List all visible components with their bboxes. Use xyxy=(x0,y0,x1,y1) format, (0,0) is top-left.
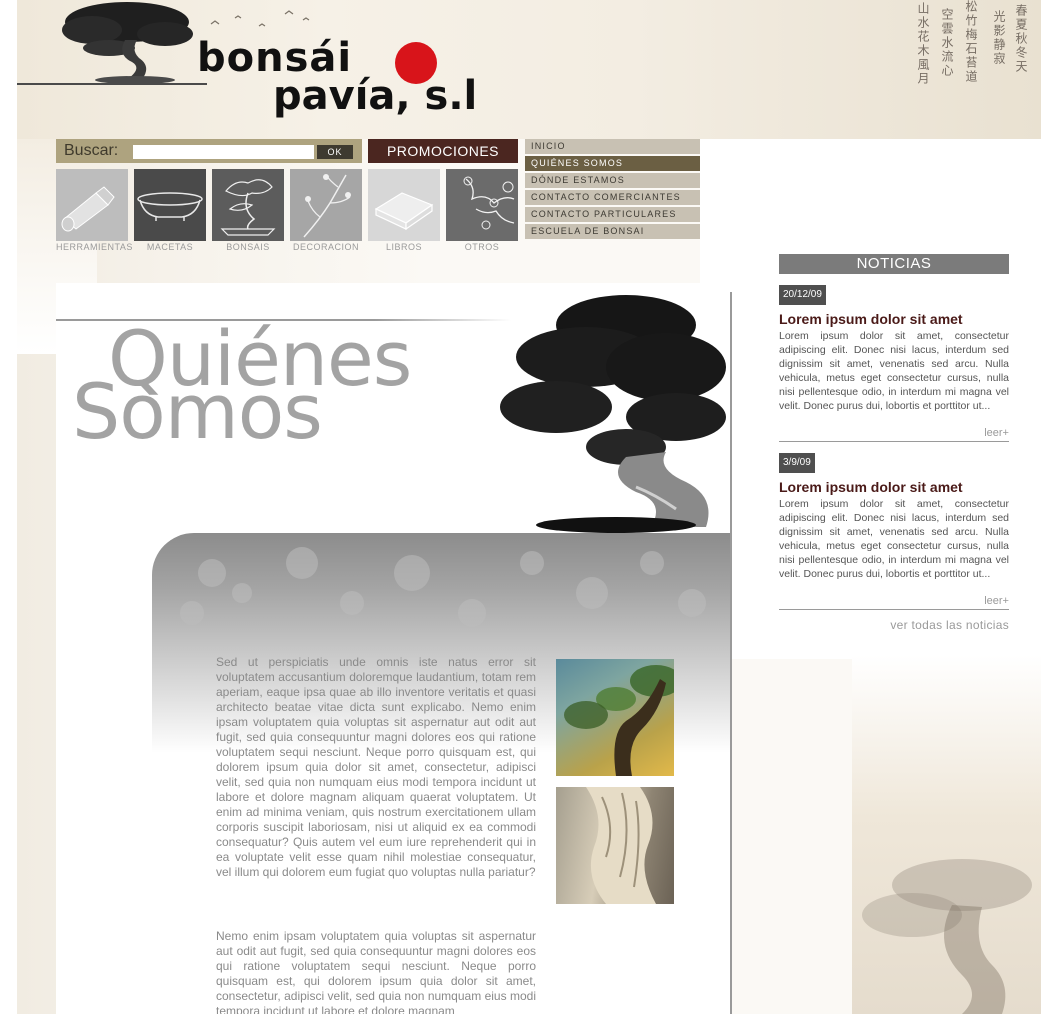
branch-icon xyxy=(290,169,362,241)
news-date: 3/9/09 xyxy=(779,453,815,473)
category-label: DECORACION xyxy=(292,242,359,252)
news-date: 20/12/09 xyxy=(779,285,826,305)
news-title[interactable]: Lorem ipsum dolor sit amet xyxy=(779,479,1009,495)
read-more-link[interactable]: leer+ xyxy=(779,427,1009,442)
category-herramientas[interactable]: HERRAMIENTAS xyxy=(56,169,133,257)
category-bonsais[interactable]: BONSAIS xyxy=(212,169,284,257)
page-background: bonsái pavía, s.l 山水花木風月 空雲水流心 松竹梅石苔道 光影… xyxy=(17,0,1041,1014)
bonsai-photo-1 xyxy=(556,659,674,776)
bonsai-icon xyxy=(212,169,284,241)
menu-item-contacto-particulares[interactable]: CONTACTO PARTICULARES xyxy=(525,207,700,222)
menu-item-inicio[interactable]: INICIO xyxy=(525,139,700,154)
birds-icon xyxy=(210,10,310,27)
search-label: Buscar: xyxy=(64,142,119,159)
category-label: OTROS xyxy=(464,242,500,252)
read-more-link[interactable]: leer+ xyxy=(779,595,1009,610)
search-ok-button[interactable]: OK xyxy=(317,145,353,159)
menu-item-donde-estamos[interactable]: DÓNDE ESTAMOS xyxy=(525,173,700,188)
main-content: Quiénes Somos Sed ut perspiciatis unde o… xyxy=(56,283,732,1014)
news-excerpt: Lorem ipsum dolor sit amet, consectetur … xyxy=(779,330,1009,412)
faded-tree-icon xyxy=(862,859,1032,1014)
main-menu: INICIO QUIÉNES SOMOS DÓNDE ESTAMOS CONTA… xyxy=(525,139,700,241)
bonsai-tree-icon xyxy=(500,295,726,533)
category-label: HERRAMIENTAS xyxy=(56,242,133,252)
pot-icon xyxy=(134,169,206,241)
menu-item-escuela-bonsai[interactable]: ESCUELA DE BONSAI xyxy=(525,224,700,239)
category-decoracion[interactable]: DECORACION xyxy=(290,169,362,257)
book-icon xyxy=(368,169,440,241)
bonsai-trunk-photo xyxy=(556,787,674,904)
category-label: BONSAIS xyxy=(226,242,270,252)
category-otros[interactable]: OTROS xyxy=(446,169,518,257)
tube-icon xyxy=(56,169,128,241)
category-macetas[interactable]: MACETAS xyxy=(134,169,206,257)
news-excerpt: Lorem ipsum dolor sit amet, consectetur … xyxy=(779,498,1009,580)
news-title[interactable]: Lorem ipsum dolor sit amet xyxy=(779,311,1009,327)
category-label: MACETAS xyxy=(146,242,194,252)
body-paragraph-1: Sed ut perspiciatis unde omnis iste natu… xyxy=(216,655,536,879)
calligraphy-decoration: 山水花木風月 空雲水流心 松竹梅石苔道 光影静寂 春夏秋冬天 xyxy=(916,0,1028,86)
category-label: LIBROS xyxy=(385,242,422,252)
news-item: 3/9/09 Lorem ipsum dolor sit amet Lorem … xyxy=(779,452,1009,610)
search-input[interactable] xyxy=(133,145,314,159)
page-title-line2: Somos xyxy=(72,367,323,456)
bonsai-logo-icon xyxy=(62,2,193,84)
leaves-icon xyxy=(446,169,518,241)
menu-item-quienes-somos[interactable]: QUIÉNES SOMOS xyxy=(525,156,700,171)
search-bar: Buscar: OK xyxy=(56,139,362,163)
news-heading: NOTICIAS xyxy=(779,254,1009,274)
decorative-bonsai-fade xyxy=(852,655,1041,1014)
all-news-link[interactable]: ver todas las noticias xyxy=(779,618,1009,632)
logo-line1: bonsái xyxy=(197,35,353,81)
news-sidebar: NOTICIAS 20/12/09 Lorem ipsum dolor sit … xyxy=(779,254,1009,632)
body-paragraph-2: Nemo enim ipsam voluptatem quia voluptas… xyxy=(216,929,536,1014)
menu-item-contacto-comerciantes[interactable]: CONTACTO COMERCIANTES xyxy=(525,190,700,205)
category-libros[interactable]: LIBROS xyxy=(368,169,440,257)
promotions-button[interactable]: PROMOCIONES xyxy=(368,139,518,163)
logo-line2: pavía, s.l xyxy=(273,73,478,119)
news-item: 20/12/09 Lorem ipsum dolor sit amet Lore… xyxy=(779,284,1009,442)
